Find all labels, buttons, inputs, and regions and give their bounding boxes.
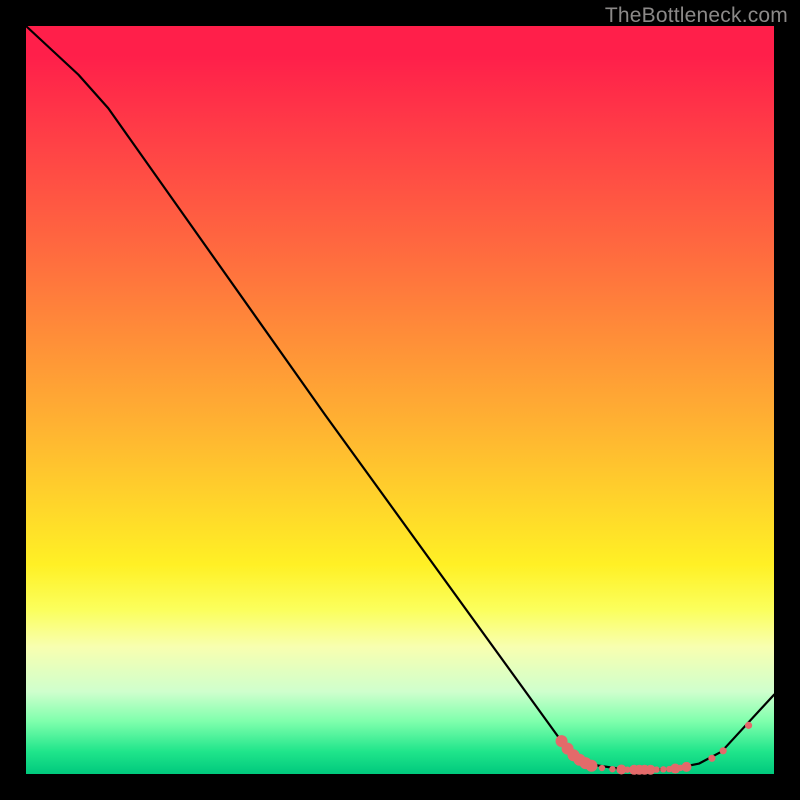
curve-marker: [745, 722, 752, 729]
plot-area: [26, 26, 774, 774]
curve-marker: [720, 747, 727, 754]
curve-marker: [653, 766, 659, 772]
curve-marker: [609, 766, 615, 772]
curve-marker: [708, 755, 715, 762]
chart-frame: TheBottleneck.com: [0, 0, 800, 800]
curve-layer: [26, 26, 774, 774]
curve-marker: [660, 766, 666, 772]
curve-marker: [599, 765, 605, 771]
watermark-text: TheBottleneck.com: [605, 4, 788, 28]
curve-markers: [556, 722, 753, 775]
curve-marker: [681, 762, 691, 772]
curve-marker: [585, 760, 597, 772]
bottleneck-curve: [26, 26, 774, 770]
